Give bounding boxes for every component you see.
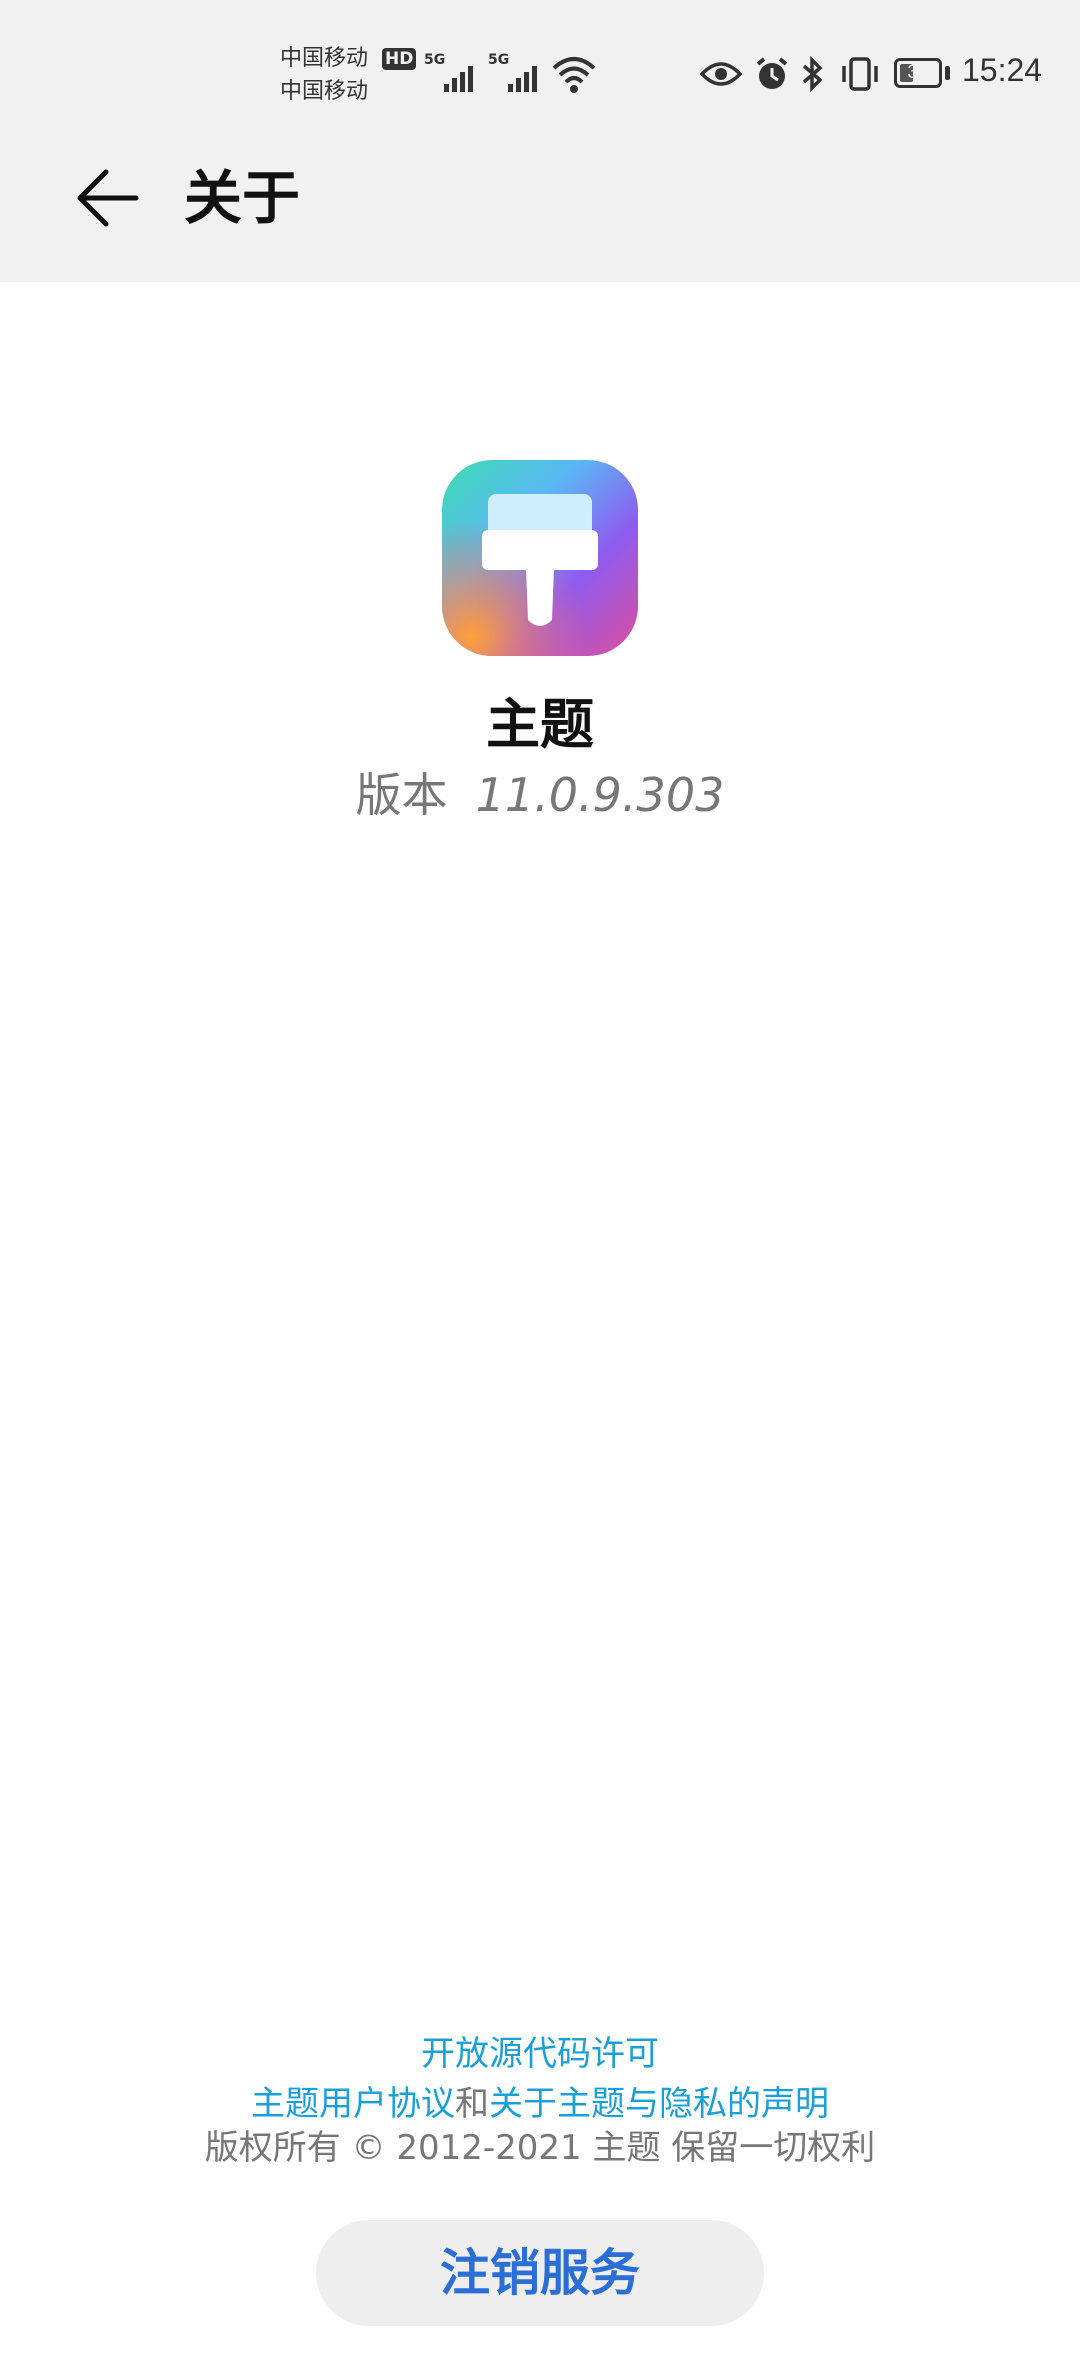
version-row: 版本 11.0.9.303 [0,762,1080,828]
carrier-2-label: 中国移动 [280,79,369,104]
footer-links-row-1: 开放源代码许可 [0,2030,1080,2078]
app-name: 主题 [486,693,594,756]
hd-badge: HD [382,48,417,70]
back-arrow-icon [77,169,139,227]
signal-1-label: 5G [424,52,446,68]
battery-level: 37 [907,62,929,83]
signal-2-icon: 5G [488,52,544,92]
wifi-icon [552,57,596,93]
bluetooth-icon [802,56,823,92]
deregister-service-button[interactable]: 注销服务 [316,2220,764,2326]
version-label: 版本 [355,768,448,822]
open-source-license-link[interactable]: 开放源代码许可 [421,2034,659,2074]
battery-icon: 37 [894,58,942,88]
copyright-text: 版权所有 © 2012-2021 主题 保留一切权利 [204,2128,876,2168]
footer-links-row-2: 主题用户协议和关于主题与隐私的声明 [0,2080,1080,2128]
conjunction-text: 和 [455,2084,489,2124]
page-title: 关于 [184,164,301,232]
clock-time: 15:24 [962,52,1043,88]
signal-2-label: 5G [488,52,510,68]
back-button[interactable] [66,154,150,238]
app-bar [0,150,1080,282]
user-agreement-link[interactable]: 主题用户协议 [251,2084,455,2124]
app-icon [442,460,638,656]
version-number: 11.0.9.303 [475,768,725,822]
carrier-1-label: 中国移动 [280,46,369,71]
alarm-icon [756,57,788,89]
signal-1-icon: 5G [424,52,480,92]
eye-icon [700,62,742,86]
paintbrush-icon [442,460,638,656]
battery-nub [945,66,950,80]
vibrate-icon [842,57,878,91]
privacy-statement-link[interactable]: 关于主题与隐私的声明 [489,2084,829,2124]
